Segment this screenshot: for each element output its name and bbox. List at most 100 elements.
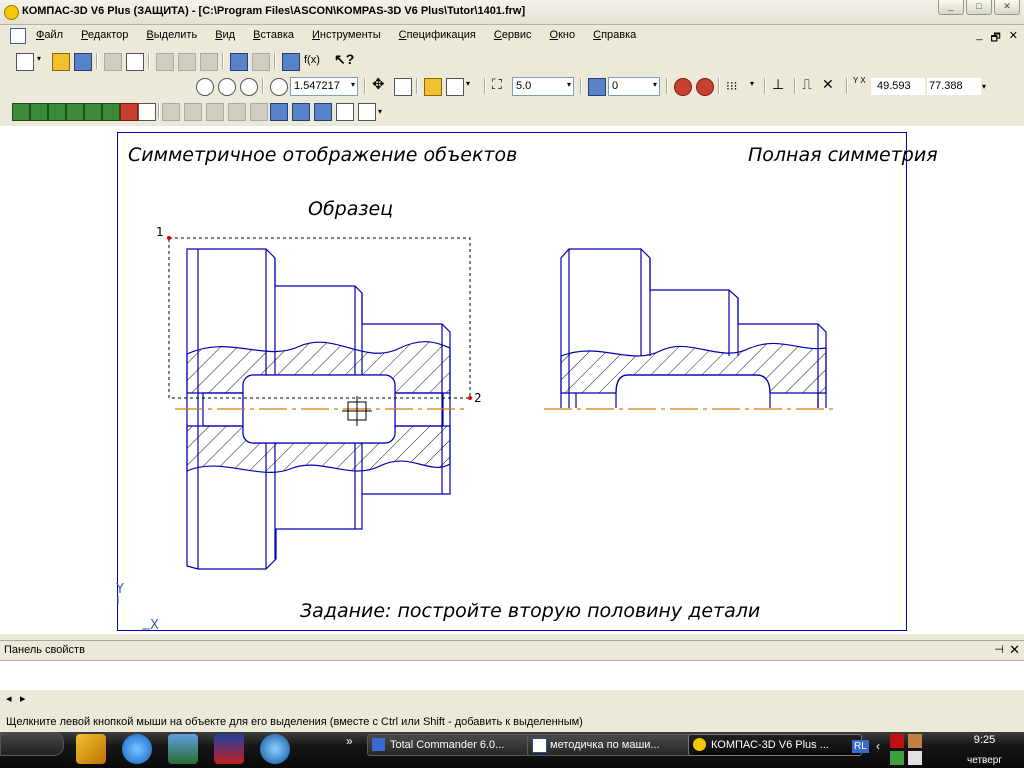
zoom-window-icon[interactable] bbox=[196, 78, 214, 96]
menu-select[interactable]: Выделить bbox=[146, 29, 197, 41]
menu-help[interactable]: Справка bbox=[593, 29, 636, 41]
scroll-left-icon[interactable]: ◂ bbox=[6, 692, 12, 705]
language-indicator[interactable]: RL bbox=[852, 740, 869, 753]
menu-insert[interactable]: Вставка bbox=[253, 29, 294, 41]
menu-tools[interactable]: Инструменты bbox=[312, 29, 381, 41]
grid-dropdown-arrow-icon[interactable]: ▾ bbox=[750, 79, 754, 88]
disabled-tool-5-icon[interactable] bbox=[250, 103, 268, 121]
task-total-commander[interactable]: Total Commander 6.0... bbox=[367, 734, 541, 756]
show-all-icon[interactable] bbox=[394, 78, 412, 96]
disabled-tool-4-icon[interactable] bbox=[228, 103, 246, 121]
display-mode-icon[interactable] bbox=[446, 78, 464, 96]
close-button[interactable]: ✕ bbox=[994, 0, 1020, 15]
layer-dropdown-arrow-icon[interactable]: ▾ bbox=[653, 80, 657, 89]
break-tool-icon[interactable] bbox=[314, 103, 332, 121]
undo-icon[interactable] bbox=[230, 53, 248, 71]
document-icon[interactable] bbox=[10, 28, 26, 44]
pan-icon[interactable]: ✥ bbox=[372, 75, 385, 93]
new-document-icon[interactable] bbox=[16, 53, 34, 71]
new-dropdown-arrow-icon[interactable]: ▾ bbox=[37, 54, 41, 63]
doc-close-button[interactable]: ✕ bbox=[1009, 29, 1018, 48]
dimension-tool-icon[interactable] bbox=[48, 103, 66, 121]
formula-button[interactable]: f(x) bbox=[304, 54, 320, 66]
quicklaunch-app-icon[interactable] bbox=[76, 734, 106, 764]
network-icon[interactable] bbox=[890, 751, 904, 765]
edit-tool-icon[interactable] bbox=[102, 103, 120, 121]
drawing-canvas[interactable]: Симметричное отображение объектов Полная… bbox=[0, 126, 1024, 634]
menu-window[interactable]: Окно bbox=[550, 29, 576, 41]
print-preview-icon[interactable] bbox=[126, 53, 144, 71]
menu-specification[interactable]: Спецификация bbox=[399, 29, 476, 41]
minimize-button[interactable]: _ bbox=[938, 0, 964, 15]
web-browser-icon[interactable] bbox=[260, 734, 290, 764]
trim-tool-icon[interactable] bbox=[292, 103, 310, 121]
maximize-button[interactable]: □ bbox=[966, 0, 992, 15]
save-icon[interactable] bbox=[74, 53, 92, 71]
text-tool-icon[interactable] bbox=[66, 103, 84, 121]
layer-combo[interactable]: 0 ▾ bbox=[608, 77, 660, 96]
tray-app-icon[interactable] bbox=[908, 734, 922, 748]
menu-service[interactable]: Сервис bbox=[494, 29, 532, 41]
antivirus-icon[interactable] bbox=[890, 734, 904, 748]
coord-dropdown-arrow-icon[interactable]: ▾ bbox=[982, 82, 986, 91]
zoom-dropdown-arrow-icon[interactable]: ▾ bbox=[351, 80, 355, 89]
grid-step-icon[interactable]: ⛶ bbox=[492, 76, 502, 93]
menu-view[interactable]: Вид bbox=[215, 29, 235, 41]
cursor-snap-icon[interactable]: ✕ bbox=[822, 76, 834, 93]
menu-editor[interactable]: Редактор bbox=[81, 29, 128, 41]
tray-expand-icon[interactable]: ‹ bbox=[876, 739, 880, 753]
zoom-out-icon[interactable] bbox=[240, 78, 258, 96]
open-folder-icon[interactable] bbox=[52, 53, 70, 71]
panel-close-icon[interactable]: ✕ bbox=[1009, 642, 1020, 658]
quicklaunch-chevron-icon[interactable]: » bbox=[346, 734, 353, 748]
copy-icon[interactable] bbox=[178, 53, 196, 71]
line-style-icon[interactable] bbox=[424, 78, 442, 96]
zoom-scale-icon[interactable] bbox=[270, 78, 288, 96]
zoom-in-icon[interactable] bbox=[218, 78, 236, 96]
kompas-app-icon[interactable] bbox=[4, 5, 19, 20]
copy-tool-icon[interactable] bbox=[336, 103, 354, 121]
coord-x-field[interactable]: 49.593 bbox=[870, 77, 926, 96]
properties-panel-body[interactable] bbox=[0, 660, 1024, 691]
symmetry-tool-icon[interactable] bbox=[358, 103, 376, 121]
coordinate-system-icon[interactable]: ⊥ bbox=[772, 76, 784, 93]
doc-minimize-button[interactable]: _ bbox=[976, 29, 982, 48]
paste-icon[interactable] bbox=[200, 53, 218, 71]
coord-y-field[interactable]: 77.388 bbox=[926, 77, 982, 96]
clock[interactable]: 9:25 четверг bbox=[967, 734, 1002, 766]
doc-restore-button[interactable]: 🗗 bbox=[990, 29, 1000, 48]
show-desktop-icon[interactable] bbox=[168, 734, 198, 764]
task-kompas[interactable]: КОМПАС-3D V6 Plus ... bbox=[688, 734, 862, 756]
task-word-document[interactable]: методичка по маши... bbox=[527, 734, 701, 756]
display-dropdown-arrow-icon[interactable]: ▾ bbox=[466, 79, 470, 88]
menu-file[interactable]: Файл bbox=[36, 29, 63, 41]
zoom-combo[interactable]: 1.547217 ▾ bbox=[290, 77, 358, 96]
variables-icon[interactable] bbox=[282, 53, 300, 71]
cut-icon[interactable] bbox=[156, 53, 174, 71]
floppy-save-icon[interactable] bbox=[214, 734, 244, 764]
hatch-tool-icon[interactable] bbox=[270, 103, 288, 121]
snap-magnet-icon[interactable] bbox=[674, 78, 692, 96]
print-icon[interactable] bbox=[104, 53, 122, 71]
panel-pin-icon[interactable]: ⊣ bbox=[994, 643, 1004, 656]
grid-icon[interactable]: ⁝⁝⁝ bbox=[726, 79, 737, 93]
local-snap-magnet-icon[interactable] bbox=[696, 78, 714, 96]
measure-tool-icon[interactable] bbox=[138, 103, 156, 121]
scroll-right-icon[interactable]: ▸ bbox=[20, 692, 26, 705]
disabled-tool-1-icon[interactable] bbox=[162, 103, 180, 121]
start-button[interactable] bbox=[0, 732, 64, 756]
step-dropdown-arrow-icon[interactable]: ▾ bbox=[567, 80, 571, 89]
parametrize-tool-icon[interactable] bbox=[120, 103, 138, 121]
volume-icon[interactable] bbox=[908, 751, 922, 765]
line-tool-icon[interactable] bbox=[30, 103, 48, 121]
pointer-help-icon[interactable]: ↖? bbox=[334, 51, 354, 68]
symbols-tool-icon[interactable] bbox=[84, 103, 102, 121]
tools-dropdown-arrow-icon[interactable]: ▾ bbox=[378, 107, 382, 116]
ortho-icon[interactable]: ⎍ bbox=[802, 76, 812, 93]
disabled-tool-3-icon[interactable] bbox=[206, 103, 224, 121]
layer-icon[interactable] bbox=[588, 78, 606, 96]
point-tool-icon[interactable] bbox=[12, 103, 30, 121]
step-combo[interactable]: 5.0 ▾ bbox=[512, 77, 574, 96]
disabled-tool-2-icon[interactable] bbox=[184, 103, 202, 121]
redo-icon[interactable] bbox=[252, 53, 270, 71]
